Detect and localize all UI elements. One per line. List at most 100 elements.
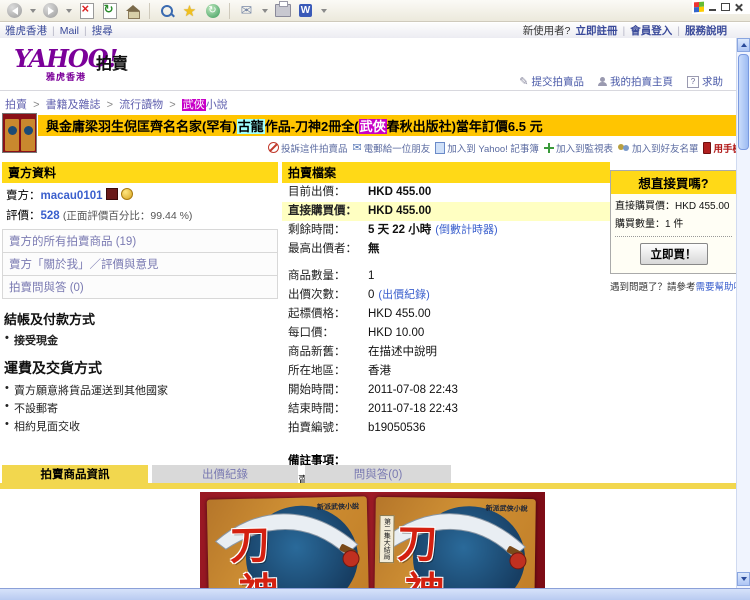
seller-id-link[interactable]: macau0101 [41,190,103,202]
mail-dropdown-icon[interactable] [262,9,268,13]
horizontal-scrollbar[interactable] [0,588,750,600]
my-auction-home-link[interactable]: 我的拍賣主頁 [598,74,673,89]
scroll-down-icon[interactable] [737,572,750,586]
breadcrumb-wuxia-novel[interactable]: 武俠小說 [182,99,228,111]
listing-actionbar: 投訴這件拍賣品 電郵給一位朋友 加入到 Yahoo! 記事簿 加入到監視表 加入… [268,139,738,156]
seller-about-me-link[interactable]: 賣方「關於我」／評價與意見 [3,253,277,276]
seller-rating-row: 評價：528 (正面評價百分比：99.44 %) [2,203,278,223]
notebook-icon [435,142,445,154]
toolbar-divider [229,3,230,19]
scrollbar-thumb[interactable] [738,54,749,150]
friends-icon [618,143,630,153]
seller-links: 賣方的所有拍賣商品 (19) 賣方「關於我」／評價與意見 拍賣問與答 (0) [2,229,278,299]
restore-icon[interactable] [721,3,730,11]
submit-item-link[interactable]: 提交拍賣品 [519,74,584,89]
countdown-timer-link[interactable]: (倒數計時器) [435,221,497,240]
breadcrumb-popular[interactable]: 流行讀物 [119,99,163,111]
window-controls [692,0,750,14]
back-dropdown-icon[interactable] [30,9,36,13]
book-title-char: 神 [404,559,445,588]
add-notebook-link[interactable]: 加入到 Yahoo! 記事簿 [435,141,539,155]
shipping-item: 相約見面交收 [2,416,278,434]
stop-icon[interactable] [78,2,95,19]
breadcrumb-separator: > [107,99,113,111]
edit-word-icon[interactable] [297,2,314,19]
seller-badge-icon[interactable] [106,188,118,200]
breadcrumb-separator: > [169,99,175,111]
listing-title: 與金庸梁羽生倪匡齊名名家(罕有)古龍作品-刀神2冊全(武俠春秋出版社)當年訂價6… [46,116,543,135]
word-dropdown-icon[interactable] [321,9,327,13]
divider [0,90,737,91]
mobile-phone-icon [703,142,711,154]
auction-row-condition: 商品新舊： 在描述中說明 [282,343,610,362]
help-link[interactable]: 求助 [687,74,723,89]
favorites-icon[interactable] [181,2,198,19]
auction-app-title: 拍賣 [96,50,128,74]
toolbar-divider [149,3,150,19]
seller-panel-header: 賣方資料 [2,162,278,183]
auction-qa-link[interactable]: 拍賣問與答 (0) [3,276,277,299]
refresh-icon[interactable] [101,2,118,19]
buy-help-text: 遇到問題了？請參考需要幫助嗎?... [610,279,737,293]
shipping-item: 不設郵寄 [2,398,278,416]
minimize-icon[interactable] [709,9,716,11]
register-link[interactable]: 立即註冊 [576,23,618,38]
book-series-text: 新派武俠小說 [486,503,528,514]
breadcrumb-separator: > [33,99,39,111]
tab-underline-bar [0,483,737,489]
topnav-search[interactable]: 搜尋 [92,23,113,38]
tab-bid-history[interactable]: 出價紀錄 [152,465,298,483]
add-icon [544,143,554,153]
rating-percent: (正面評價百分比：99.44 %) [63,210,193,222]
breadcrumb-auction[interactable]: 拍賣 [5,99,27,111]
yahoo-topnav: 雅虎香港 | Mail | 搜尋 新使用者? 立即註冊 | 會員登入 | 服務說… [0,23,750,39]
add-friends-link[interactable]: 加入到好友名單 [618,141,699,155]
auction-row-current-bid: 目前出價： HKD 455.00 [282,183,610,202]
back-icon[interactable] [6,2,23,19]
buy-now-header: 想直接買嗎? [611,171,736,194]
vertical-scrollbar[interactable] [736,38,750,588]
service-help-link[interactable]: 服務說明 [685,23,727,38]
breadcrumb: 拍賣 > 書籍及雜誌 > 流行讀物 > 武俠小說 [5,96,228,112]
buy-now-button[interactable]: 立即買！ [640,243,708,265]
auction-row-time-left: 剩餘時間： 5 天 22 小時 (倒數計時器) [282,221,610,240]
rating-link[interactable]: 528 [41,210,60,222]
mail-icon[interactable] [238,2,255,19]
tab-item-info[interactable]: 拍賣商品資訊 [2,465,148,483]
print-icon[interactable] [274,2,291,19]
auction-panel-header: 拍賣檔案 [282,162,610,183]
payment-item: 接受現金 [2,330,278,348]
masthead: YAHOO! 雅虎香港 拍賣 提交拍賣品 我的拍賣主頁 求助 [0,38,737,90]
report-listing-link[interactable]: 投訴這件拍賣品 [268,141,348,155]
topnav-separator: | [677,25,680,37]
tab-qa[interactable]: 問與答(0) [305,465,451,483]
add-watchlist-link[interactable]: 加入到監視表 [544,141,613,155]
listing-thumbnail[interactable] [2,113,37,153]
forward-icon[interactable] [42,2,59,19]
seller-id-row: 賣方：macau0101 [2,183,278,203]
auction-row-location: 所在地區： 香港 [282,362,610,381]
breadcrumb-books[interactable]: 書籍及雜誌 [46,99,101,111]
forward-dropdown-icon[interactable] [66,9,72,13]
auction-row-auction-id: 拍賣編號： b19050536 [282,419,610,438]
auction-row-start-price: 起標價格： HKD 455.00 [282,305,610,324]
topnav-yahoo-hk[interactable]: 雅虎香港 [5,23,47,38]
scroll-up-icon[interactable] [737,38,750,52]
bid-history-link[interactable]: (出價紀錄) [378,286,429,305]
seller-medal-icon[interactable] [121,188,133,200]
topnav-separator: | [52,25,55,37]
yahoo-logo-subtitle: 雅虎香港 [46,70,86,83]
login-link[interactable]: 會員登入 [630,23,672,38]
search-icon[interactable] [158,2,175,19]
buy-now-panel: 想直接買嗎? 直接購買價：HKD 455.00 購買數量：1 件 立即買！ 遇到… [610,170,737,293]
email-friend-link[interactable]: 電郵給一位朋友 [353,141,431,155]
topnav-mail[interactable]: Mail [60,25,79,37]
payment-header: 結帳及付款方式 [4,309,276,328]
history-icon[interactable] [204,2,221,19]
home-icon[interactable] [124,2,141,19]
auction-row-bid-count: 出價次數： 0 (出價紀錄) [282,286,610,305]
seller-panel: 賣方資料 賣方：macau0101 評價：528 (正面評價百分比：99.44 … [2,162,278,434]
close-icon[interactable] [735,3,743,11]
product-photo: 新派武俠小說 刀 神 第二集大結局 新派武俠小說 刀 神 [200,492,545,588]
seller-all-items-link[interactable]: 賣方的所有拍賣商品 (19) [3,230,277,253]
